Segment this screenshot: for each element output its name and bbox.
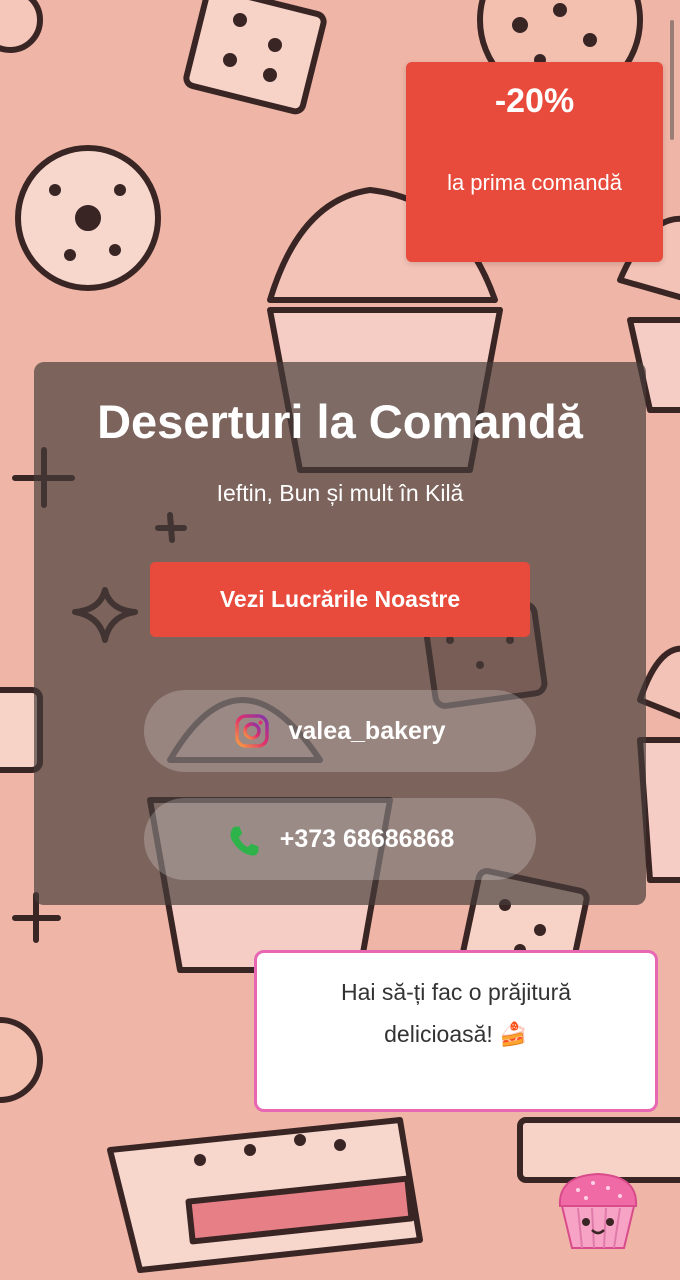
chat-message: Hai să-ți fac o prăjitură delicioasă! 🍰 — [340, 979, 572, 1047]
scrollbar[interactable] — [670, 20, 674, 140]
cupcake-mascot-icon[interactable] — [548, 1168, 648, 1252]
discount-text: la prima comandă — [447, 170, 622, 195]
page-subtitle: Ieftin, Bun și mult în Kilă — [216, 480, 464, 506]
chat-bubble[interactable]: Hai să-ți fac o prăjitură delicioasă! 🍰 — [254, 950, 658, 1112]
instagram-icon — [234, 713, 270, 749]
discount-banner: -20% la prima comandă — [406, 62, 663, 262]
view-works-button[interactable]: Vezi Lucrările Noastre — [150, 562, 530, 637]
discount-value: -20% — [494, 82, 575, 120]
hero-card: Deserturi la Comandă Ieftin, Bun și mult… — [34, 362, 646, 905]
page-title: Deserturi la Comandă — [97, 395, 583, 448]
phone-icon — [226, 821, 262, 857]
phone-number: +373 68686868 — [279, 824, 455, 853]
phone-link[interactable]: +373 68686868 — [144, 798, 536, 880]
instagram-handle: valea_bakery — [288, 716, 446, 745]
instagram-link[interactable]: valea_bakery — [144, 690, 536, 772]
